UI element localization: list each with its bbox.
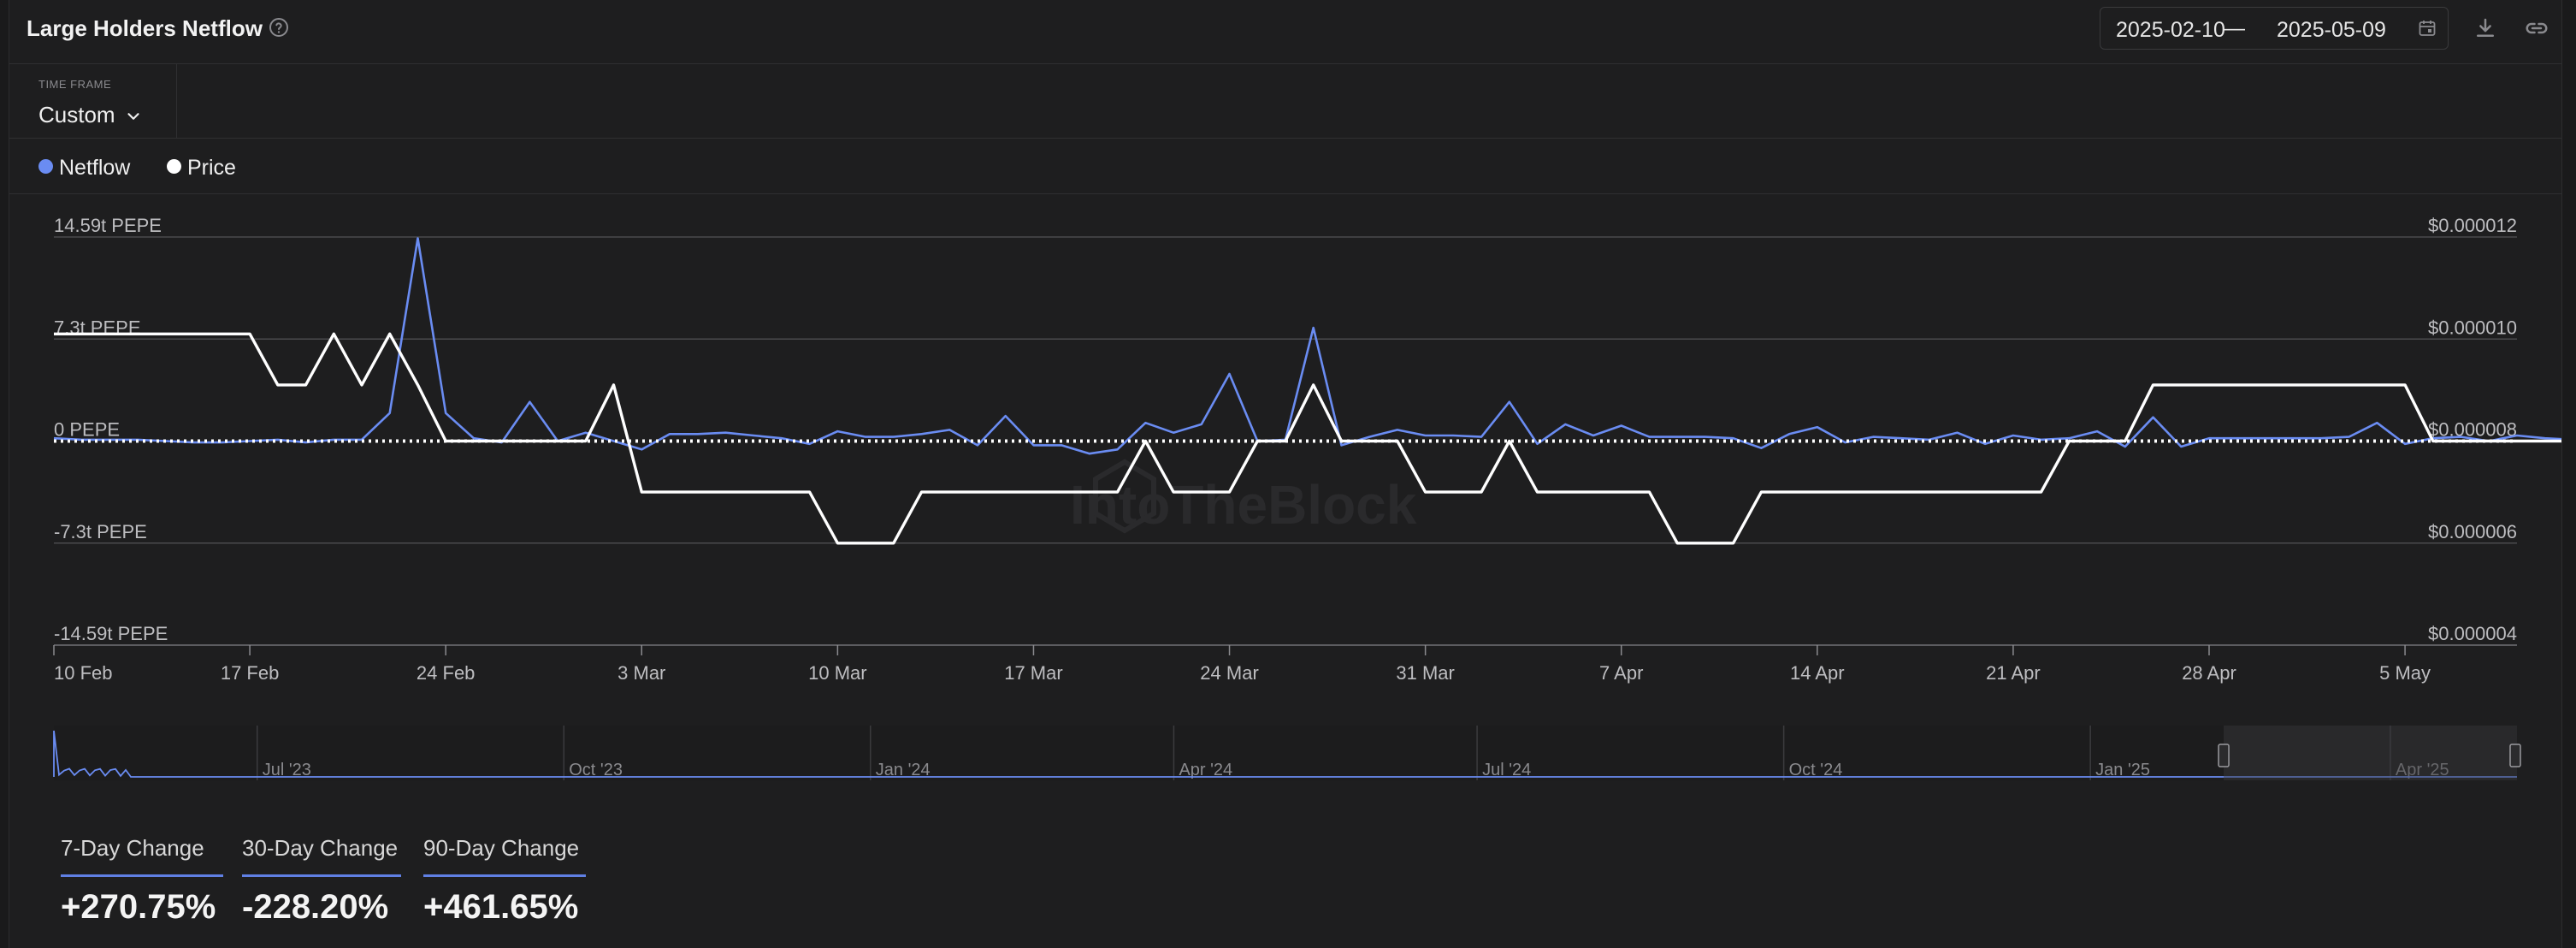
x-axis-label: 7 Apr <box>1599 662 1643 684</box>
stat-value-30day: -228.20% <box>242 888 389 926</box>
x-axis-label: 24 Feb <box>417 662 476 684</box>
x-axis-label: 17 Feb <box>221 662 280 684</box>
navigator-selection[interactable] <box>2224 726 2517 780</box>
y-axis-label-left: 0 PEPE <box>54 419 120 441</box>
navigator-handle-right[interactable] <box>2509 744 2521 767</box>
stat-underline <box>61 874 223 877</box>
x-axis-label: 21 Apr <box>1986 662 2041 684</box>
y-axis-label-left: 14.59t PEPE <box>54 215 162 236</box>
navigator-handle-left[interactable] <box>2218 744 2230 767</box>
y-axis-label-right: $0.000006 <box>2428 521 2517 542</box>
stat-label-30day: 30-Day Change <box>242 835 399 861</box>
stat-label-90day: 90-Day Change <box>423 835 580 861</box>
y-axis-label-right: $0.000004 <box>2428 623 2517 644</box>
y-axis-label-left: -7.3t PEPE <box>54 521 147 542</box>
stat-underline <box>423 874 586 877</box>
stat-label-7day: 7-Day Change <box>61 835 204 861</box>
x-axis-label: 10 Feb <box>54 662 113 684</box>
stat-underline <box>242 874 401 877</box>
y-axis-label-right: $0.000010 <box>2428 317 2517 338</box>
chart-panel: Large Holders Netflow 2025-02-10 — 2025-… <box>9 0 2562 948</box>
x-axis-label: 3 Mar <box>617 662 665 684</box>
x-axis-label: 5 May <box>2379 662 2431 684</box>
y-axis-label-left: -14.59t PEPE <box>54 623 168 644</box>
series-line-netflow[interactable] <box>53 237 2561 455</box>
chart-plot-area[interactable]: IntoTheBlock14.59t PEPE $0.0000127.3t PEP… <box>9 0 2561 821</box>
x-axis-label: 14 Apr <box>1790 662 1845 684</box>
x-axis-label: 10 Mar <box>808 662 866 684</box>
x-axis-label: 28 Apr <box>2182 662 2236 684</box>
x-axis-label: 24 Mar <box>1200 662 1258 684</box>
x-axis-label: 17 Mar <box>1004 662 1062 684</box>
x-axis-label: 31 Mar <box>1396 662 1454 684</box>
y-axis-label-right: $0.000012 <box>2428 215 2517 236</box>
stat-value-7day: +270.75% <box>61 888 216 926</box>
stat-value-90day: +461.65% <box>423 888 579 926</box>
